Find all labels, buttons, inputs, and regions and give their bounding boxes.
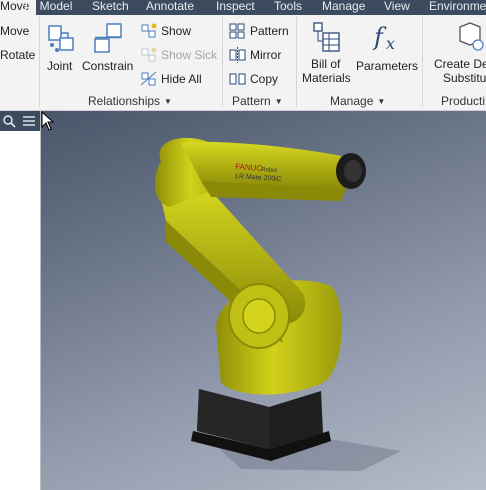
mirror-button[interactable]: Mirror — [229, 47, 293, 63]
tab-view[interactable]: View — [384, 0, 410, 15]
create-substitute-icon — [459, 22, 484, 51]
panel-separator — [39, 17, 40, 107]
tab-sketch[interactable]: Sketch — [92, 0, 129, 15]
show-sick-icon — [141, 47, 157, 62]
show-icon — [141, 23, 157, 38]
robot-brand-text: FANUC — [235, 162, 263, 173]
robot-model[interactable]: FANUC Robot LR Mate 200iC — [41, 111, 486, 490]
copy-icon — [229, 73, 246, 85]
tab-manage[interactable]: Manage — [322, 0, 365, 15]
rotate-button[interactable]: Rotate — [0, 48, 35, 62]
create-substitute-line1: Create De — [434, 57, 486, 71]
show-sick-label: Show Sick — [161, 48, 218, 62]
relationships-panel-label[interactable]: Relationships ▼ — [88, 94, 172, 108]
hide-all-label: Hide All — [161, 72, 202, 86]
search-icon[interactable] — [2, 114, 16, 128]
panel-separator — [222, 17, 223, 107]
manage-panel-label-text: Manage — [330, 94, 374, 108]
svg-text:f: f — [372, 23, 387, 51]
copy-button[interactable]: Copy — [229, 71, 293, 87]
bill-of-materials-icon — [313, 22, 340, 52]
pattern-icon — [229, 23, 245, 39]
ribbon-tab-bar: Move 3D Model Sketch Annotate Inspect To… — [0, 0, 486, 15]
pattern-label: Pattern — [250, 24, 289, 38]
copy-label: Copy — [250, 72, 279, 86]
robot-wrist-flange — [344, 160, 362, 182]
create-substitute-line2: Substitu — [443, 71, 486, 85]
show-sick-button[interactable]: Show Sick — [140, 47, 220, 63]
mouse-pointer-icon — [41, 111, 55, 131]
create-derived-substitute-button[interactable]: Create De Substitu — [430, 19, 486, 89]
parameters-button[interactable]: f x Parameters — [356, 19, 418, 75]
chevron-down-icon: ▼ — [377, 97, 386, 106]
joint-icon — [48, 25, 74, 52]
robot-shoulder-cap — [242, 298, 276, 334]
move-button[interactable]: Move — [0, 24, 29, 38]
mirror-label: Mirror — [250, 48, 282, 62]
bill-of-materials-line2: Materials — [302, 71, 351, 85]
joint-label: Joint — [47, 59, 73, 73]
manage-panel-label[interactable]: Manage ▼ — [330, 94, 385, 108]
chevron-down-icon: ▼ — [164, 97, 172, 106]
tab-3d-model[interactable]: 3D Model — [21, 0, 72, 15]
parameters-label: Parameters — [356, 59, 419, 73]
panel-separator — [422, 17, 423, 107]
pattern-button[interactable]: Pattern — [229, 23, 293, 39]
tab-environments[interactable]: Environments — [429, 0, 486, 15]
bill-of-materials-line1: Bill of — [311, 57, 341, 71]
hide-all-button[interactable]: Hide All — [140, 71, 210, 87]
svg-text:x: x — [386, 34, 395, 53]
constrain-icon — [94, 23, 122, 53]
robot-model-line1: Robot — [261, 167, 278, 174]
tab-annotate[interactable]: Annotate — [146, 0, 194, 15]
model-browser[interactable] — [0, 111, 41, 490]
bill-of-materials-button[interactable]: Bill of Materials — [301, 19, 355, 89]
browser-toolbar — [0, 111, 40, 131]
joint-button[interactable]: Joint — [44, 19, 78, 75]
show-label: Show — [161, 24, 192, 38]
tab-inspect[interactable]: Inspect — [216, 0, 255, 15]
productivity-panel-label[interactable]: Producti — [441, 94, 485, 108]
constrain-button[interactable]: Constrain — [82, 19, 134, 75]
hamburger-icon[interactable] — [22, 114, 36, 128]
function-icon: f x — [372, 23, 395, 53]
chevron-down-icon: ▼ — [274, 97, 283, 106]
constrain-label: Constrain — [82, 59, 134, 73]
hide-all-icon — [140, 71, 157, 86]
tab-tools[interactable]: Tools — [274, 0, 302, 15]
panel-separator — [296, 17, 297, 107]
relationships-label-text: Relationships — [88, 94, 161, 108]
pattern-panel-label[interactable]: Pattern ▼ — [232, 94, 283, 108]
show-button[interactable]: Show — [140, 23, 210, 39]
graphics-viewport[interactable]: FANUC Robot LR Mate 200iC — [41, 111, 486, 490]
mirror-icon — [229, 47, 246, 63]
pattern-panel-label-text: Pattern — [232, 94, 271, 108]
ribbon: Move Rotate Joint Constrain Show Show Si… — [0, 15, 486, 111]
